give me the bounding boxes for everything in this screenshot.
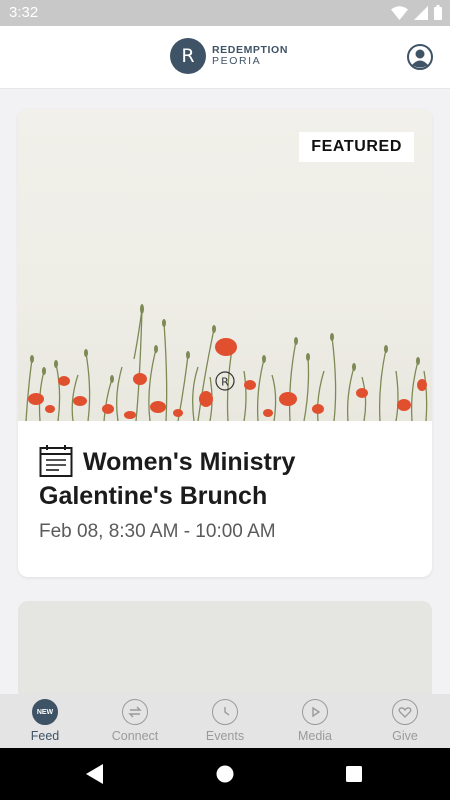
heart-icon xyxy=(392,699,418,725)
redemption-peoria-logo[interactable]: R REDEMPTION PEORIA xyxy=(170,38,288,74)
back-icon[interactable] xyxy=(86,764,104,784)
tab-feed[interactable]: NEW Feed xyxy=(0,694,90,748)
event-date: Feb 08, 8:30 AM - 10:00 AM xyxy=(39,521,276,542)
cellular-signal-icon xyxy=(414,5,428,20)
tab-give-label: Give xyxy=(392,729,418,743)
tab-feed-label: Feed xyxy=(30,729,60,743)
tab-connect[interactable]: Connect xyxy=(90,694,180,748)
logo-text: REDEMPTION PEORIA xyxy=(212,45,288,67)
connect-arrows-icon xyxy=(122,699,148,725)
image-watermark: R xyxy=(221,376,229,389)
new-badge: NEW xyxy=(36,708,54,716)
system-navigation-bar xyxy=(0,748,450,800)
tab-media[interactable]: Media xyxy=(270,694,360,748)
featured-event-card[interactable]: R FEATURED Women's Ministry Galentine's … xyxy=(18,109,432,577)
feed: R FEATURED Women's Ministry Galentine's … xyxy=(0,88,450,694)
app-header: R REDEMPTION PEORIA xyxy=(0,26,450,89)
profile-icon[interactable] xyxy=(407,44,433,70)
logo-mark: R xyxy=(170,38,206,74)
status-icons xyxy=(391,5,442,20)
status-time: 3:32 xyxy=(9,4,39,21)
tab-media-label: Media xyxy=(297,729,333,743)
battery-icon xyxy=(434,5,442,20)
poppy-field-image: R FEATURED xyxy=(18,109,432,421)
bottom-tab-bar: NEW Feed Connect Events Media Give xyxy=(0,694,450,748)
tab-events-label: Events xyxy=(205,729,245,743)
tab-connect-label: Connect xyxy=(111,729,159,743)
next-feed-card[interactable] xyxy=(18,601,432,694)
recents-icon[interactable] xyxy=(346,766,362,782)
event-title: Women's Ministry Galentine's Brunch xyxy=(39,448,296,510)
tab-events[interactable]: Events xyxy=(180,694,270,748)
featured-badge: FEATURED xyxy=(299,132,414,162)
clock-icon xyxy=(212,699,238,725)
tab-give[interactable]: Give xyxy=(360,694,450,748)
status-bar: 3:32 xyxy=(0,0,450,26)
home-icon[interactable] xyxy=(216,765,234,783)
new-badge-icon: NEW xyxy=(32,699,58,725)
logo-line2: PEORIA xyxy=(212,55,262,67)
play-icon xyxy=(302,699,328,725)
wifi-icon xyxy=(391,5,408,20)
